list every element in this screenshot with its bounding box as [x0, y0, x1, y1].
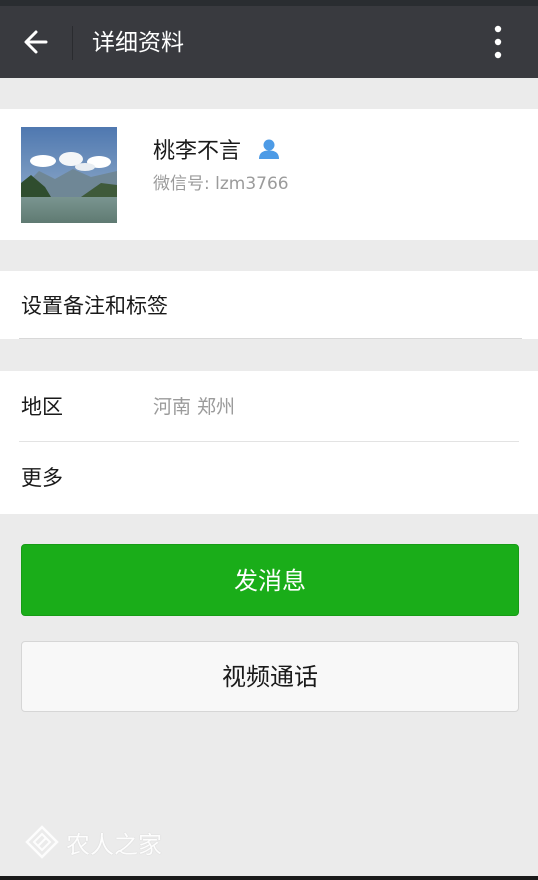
avatar-landscape-image — [21, 127, 117, 223]
divider — [19, 338, 522, 339]
app-bar-divider — [72, 26, 73, 60]
send-message-button[interactable]: 发消息 — [21, 544, 519, 616]
profile-card: 桃李不言 微信号: lzm3766 — [0, 109, 538, 240]
contact-person-icon — [257, 138, 281, 160]
region-value: 河南 郑州 — [153, 396, 236, 418]
more-label: 更多 — [21, 466, 63, 490]
region-label: 地区 — [21, 395, 63, 419]
watermark-logo-icon — [25, 825, 59, 859]
avatar[interactable] — [21, 127, 117, 223]
back-button[interactable] — [14, 20, 58, 64]
bottom-bar — [0, 876, 538, 880]
video-call-button[interactable]: 视频通话 — [21, 641, 519, 712]
page-title: 详细资料 — [92, 30, 184, 56]
remark-tag-label: 设置备注和标签 — [21, 294, 168, 318]
more-vertical-icon — [494, 25, 502, 59]
more-menu-button[interactable] — [478, 20, 518, 64]
app-bar: 详细资料 — [0, 6, 538, 78]
watermark-text: 农人之家 — [66, 830, 162, 859]
profile-name-row: 桃李不言 — [153, 133, 281, 165]
remark-tag-row[interactable]: 设置备注和标签 — [0, 271, 538, 339]
watermark: 农人之家 — [24, 824, 162, 860]
region-row: 地区 河南 郑州 — [0, 371, 538, 442]
contact-name: 桃李不言 — [153, 139, 242, 164]
arrow-left-icon — [24, 30, 48, 54]
wechat-id: 微信号: lzm3766 — [153, 174, 289, 194]
info-card: 地区 河南 郑州 更多 — [0, 371, 538, 514]
more-row[interactable]: 更多 — [0, 442, 538, 513]
